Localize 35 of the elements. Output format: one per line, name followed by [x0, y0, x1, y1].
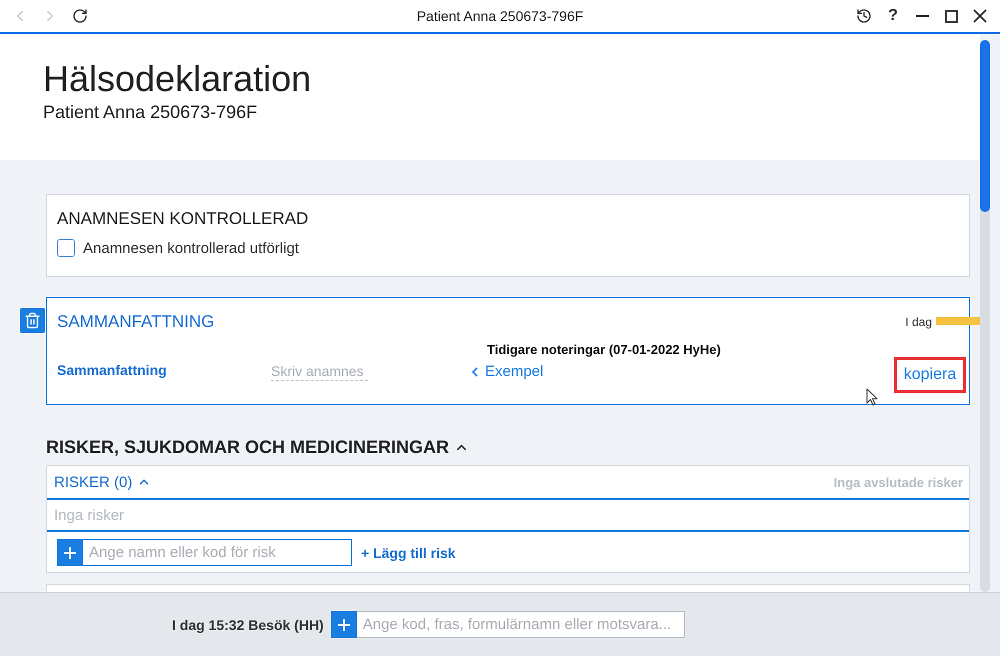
close-icon — [973, 9, 987, 23]
closed-risks-note: Inga avslutade risker — [834, 474, 963, 490]
risks-toggle[interactable]: RISKER (0) — [54, 474, 152, 490]
risk-input-field[interactable]: Ange namn eller kod för risk — [83, 539, 352, 566]
scrollbar[interactable] — [980, 40, 990, 592]
history-icon — [856, 8, 872, 24]
date-label: I dag — [905, 315, 932, 329]
copy-link[interactable]: kopiera — [894, 357, 966, 393]
text-field[interactable]: Skriv anamnes — [271, 363, 368, 381]
command-input-field[interactable]: Ange kod, fras, formulärnamn eller motsvara... — [356, 611, 685, 638]
patient-name: Patient Anna 250673-796F — [43, 101, 258, 123]
delete-button[interactable] — [20, 308, 45, 333]
page-title: Hälsodeklaration — [43, 57, 312, 101]
add-risk-link[interactable]: + Lägg till risk — [361, 544, 456, 562]
card-title: ANAMNESEN KONTROLLERAD — [57, 208, 308, 230]
add-button[interactable] — [330, 611, 357, 638]
card-title: SAMMANFATTNING — [57, 311, 214, 333]
visit-label: I dag 15:32 Besök (HH) — [172, 616, 324, 632]
help-button[interactable]: ? — [879, 2, 907, 30]
add-button[interactable] — [57, 539, 83, 566]
trash-icon — [24, 312, 41, 329]
chevron-left-icon[interactable] — [472, 367, 478, 377]
example-link[interactable]: Exempel — [485, 363, 544, 381]
maximize-icon — [944, 10, 958, 22]
timeline-marker — [936, 317, 980, 325]
previous-notes-heading: Tidigare noteringar (07-01-2022 HyHe) — [487, 342, 721, 357]
checkbox[interactable] — [57, 239, 75, 257]
checkbox-label: Anamnesen kontrollerad utförligt — [83, 240, 299, 256]
section-title: RISKER, SJUKDOMAR OCH MEDICINERINGAR — [46, 436, 450, 458]
scrollbar-thumb[interactable] — [980, 40, 990, 212]
minimize-icon — [916, 15, 928, 17]
field-label: Sammanfattning — [57, 362, 167, 378]
reload-icon — [72, 8, 88, 24]
window-title: Patient Anna 250673-796F — [416, 8, 584, 24]
empty-message: Inga risker — [54, 506, 124, 524]
